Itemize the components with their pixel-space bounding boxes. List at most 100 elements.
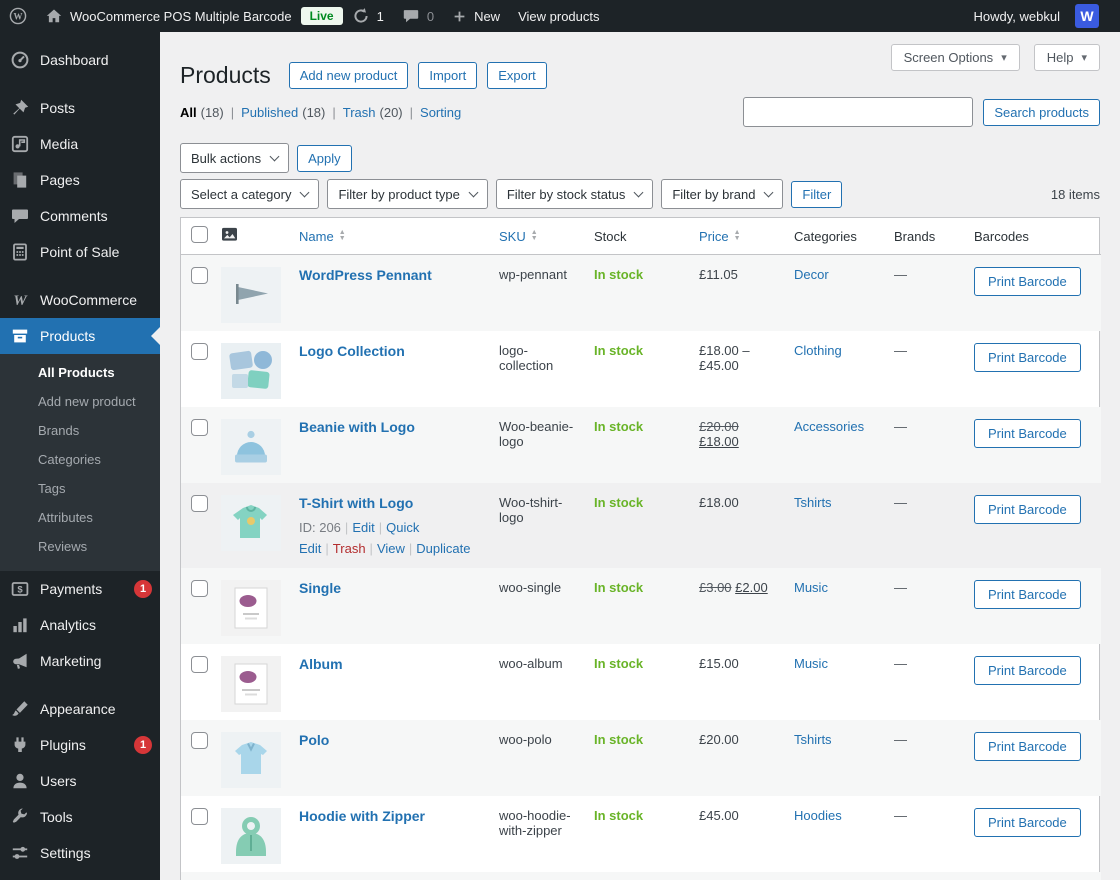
row-action-trash[interactable]: Trash xyxy=(333,541,366,556)
print-barcode-button[interactable]: Print Barcode xyxy=(974,808,1081,837)
sidebar-subitem-tags[interactable]: Tags xyxy=(0,474,160,503)
product-thumbnail[interactable] xyxy=(221,267,281,323)
sidebar-item-tools[interactable]: Tools xyxy=(0,799,160,835)
row-action-duplicate[interactable]: Duplicate xyxy=(416,541,470,556)
row-checkbox[interactable] xyxy=(191,495,208,512)
row-checkbox[interactable] xyxy=(191,419,208,436)
product-name-link[interactable]: Album xyxy=(299,656,343,672)
apply-button[interactable]: Apply xyxy=(297,145,352,172)
product-name-link[interactable]: WordPress Pennant xyxy=(299,267,432,283)
sidebar-item-pages[interactable]: Pages xyxy=(0,162,160,198)
export-button[interactable]: Export xyxy=(487,62,547,89)
row-action-edit[interactable]: Edit xyxy=(352,520,374,535)
sidebar-item-woocommerce[interactable]: WWooCommerce xyxy=(0,282,160,318)
product-thumbnail[interactable] xyxy=(221,580,281,636)
filters-row: Select a category Filter by product type F… xyxy=(180,179,1100,209)
bulk-actions-select[interactable]: Bulk actions xyxy=(180,143,289,173)
category-link[interactable]: Hoodies xyxy=(794,808,842,823)
account-menu[interactable]: Howdy, webkul W xyxy=(965,0,1108,32)
sidebar-item-media[interactable]: Media xyxy=(0,126,160,162)
view-products-link[interactable]: View products xyxy=(509,0,608,32)
filter-select-filter-by-stock-status[interactable]: Filter by stock status xyxy=(496,179,653,209)
row-checkbox[interactable] xyxy=(191,580,208,597)
sidebar-subitem-all-products[interactable]: All Products xyxy=(0,358,160,387)
product-thumbnail[interactable] xyxy=(221,495,281,551)
sidebar-item-products[interactable]: Products xyxy=(0,318,160,354)
sidebar-item-plugins[interactable]: Plugins1 xyxy=(0,727,160,763)
filter-select-filter-by-brand[interactable]: Filter by brand xyxy=(661,179,783,209)
search-input[interactable] xyxy=(743,97,973,127)
category-link[interactable]: Music xyxy=(794,656,828,671)
screen-options-button[interactable]: Screen Options xyxy=(891,44,1020,71)
sidebar-subitem-brands[interactable]: Brands xyxy=(0,416,160,445)
product-name-link[interactable]: Single xyxy=(299,580,341,596)
help-button[interactable]: Help xyxy=(1034,44,1100,71)
sidebar-item-comments[interactable]: Comments xyxy=(0,198,160,234)
import-button[interactable]: Import xyxy=(418,62,477,89)
product-thumbnail[interactable] xyxy=(221,656,281,712)
sidebar-item-posts[interactable]: Posts xyxy=(0,90,160,126)
sidebar-item-settings[interactable]: Settings xyxy=(0,835,160,871)
product-thumbnail[interactable] xyxy=(221,419,281,475)
category-link[interactable]: Clothing xyxy=(794,343,842,358)
print-barcode-button[interactable]: Print Barcode xyxy=(974,267,1081,296)
filter-select-select-a-category[interactable]: Select a category xyxy=(180,179,319,209)
select-all-checkbox[interactable] xyxy=(191,226,208,243)
row-checkbox[interactable] xyxy=(191,808,208,825)
print-barcode-button[interactable]: Print Barcode xyxy=(974,419,1081,448)
print-barcode-button[interactable]: Print Barcode xyxy=(974,343,1081,372)
print-barcode-button[interactable]: Print Barcode xyxy=(974,495,1081,524)
sort-header-sku[interactable]: SKU▲▼ xyxy=(499,229,538,244)
product-name-link[interactable]: Polo xyxy=(299,732,329,748)
sidebar-item-dashboard[interactable]: Dashboard xyxy=(0,42,160,78)
view-link-published[interactable]: Published xyxy=(241,105,298,120)
category-link[interactable]: Tshirts xyxy=(794,732,832,747)
new-content-menu[interactable]: New xyxy=(443,0,509,32)
row-action-view[interactable]: View xyxy=(377,541,405,556)
product-sku: woo-single xyxy=(499,580,561,595)
site-menu[interactable]: WooCommerce POS Multiple Barcode xyxy=(36,0,301,32)
sidebar-item-appearance[interactable]: Appearance xyxy=(0,691,160,727)
product-thumbnail[interactable] xyxy=(221,808,281,864)
product-name-link[interactable]: T-Shirt with Logo xyxy=(299,495,413,511)
sidebar-subitem-reviews[interactable]: Reviews xyxy=(0,532,160,561)
print-barcode-button[interactable]: Print Barcode xyxy=(974,732,1081,761)
sort-header-price[interactable]: Price▲▼ xyxy=(699,229,741,244)
print-barcode-button[interactable]: Print Barcode xyxy=(974,656,1081,685)
sidebar-subitem-attributes[interactable]: Attributes xyxy=(0,503,160,532)
sidebar-item-point-of-sale[interactable]: Point of Sale xyxy=(0,234,160,270)
comments-menu[interactable]: 0 xyxy=(393,0,443,32)
sidebar-item-collapse-menu[interactable]: Collapse Menu xyxy=(0,871,160,880)
sidebar-subitem-categories[interactable]: Categories xyxy=(0,445,160,474)
category-link[interactable]: Tshirts xyxy=(794,495,832,510)
product-name-link[interactable]: Beanie with Logo xyxy=(299,419,415,435)
row-checkbox[interactable] xyxy=(191,732,208,749)
category-link[interactable]: Music xyxy=(794,580,828,595)
product-sku: wp-pennant xyxy=(499,267,567,282)
add-new-product-button[interactable]: Add new product xyxy=(289,62,409,89)
product-thumbnail[interactable] xyxy=(221,343,281,399)
sidebar-item-analytics[interactable]: Analytics xyxy=(0,607,160,643)
sidebar-item-payments[interactable]: $Payments1 xyxy=(0,571,160,607)
product-name-link[interactable]: Logo Collection xyxy=(299,343,405,359)
filter-select-filter-by-product-type[interactable]: Filter by product type xyxy=(327,179,487,209)
row-checkbox[interactable] xyxy=(191,267,208,284)
view-link-sorting[interactable]: Sorting xyxy=(420,105,461,120)
product-name-link[interactable]: Hoodie with Zipper xyxy=(299,808,425,824)
updates-menu[interactable]: 1 xyxy=(343,0,393,32)
product-thumbnail[interactable] xyxy=(221,732,281,788)
print-barcode-button[interactable]: Print Barcode xyxy=(974,580,1081,609)
row-checkbox[interactable] xyxy=(191,656,208,673)
view-link-trash[interactable]: Trash xyxy=(343,105,376,120)
filter-button[interactable]: Filter xyxy=(791,181,842,208)
category-link[interactable]: Accessories xyxy=(794,419,864,434)
wordpress-logo-menu[interactable]: W xyxy=(0,0,36,32)
sidebar-item-users[interactable]: Users xyxy=(0,763,160,799)
category-link[interactable]: Decor xyxy=(794,267,829,282)
view-link-all[interactable]: All xyxy=(180,105,197,120)
sidebar-item-marketing[interactable]: Marketing xyxy=(0,643,160,679)
row-checkbox[interactable] xyxy=(191,343,208,360)
sort-header-name[interactable]: Name▲▼ xyxy=(299,229,346,244)
search-products-button[interactable]: Search products xyxy=(983,99,1100,126)
sidebar-subitem-add-new-product[interactable]: Add new product xyxy=(0,387,160,416)
